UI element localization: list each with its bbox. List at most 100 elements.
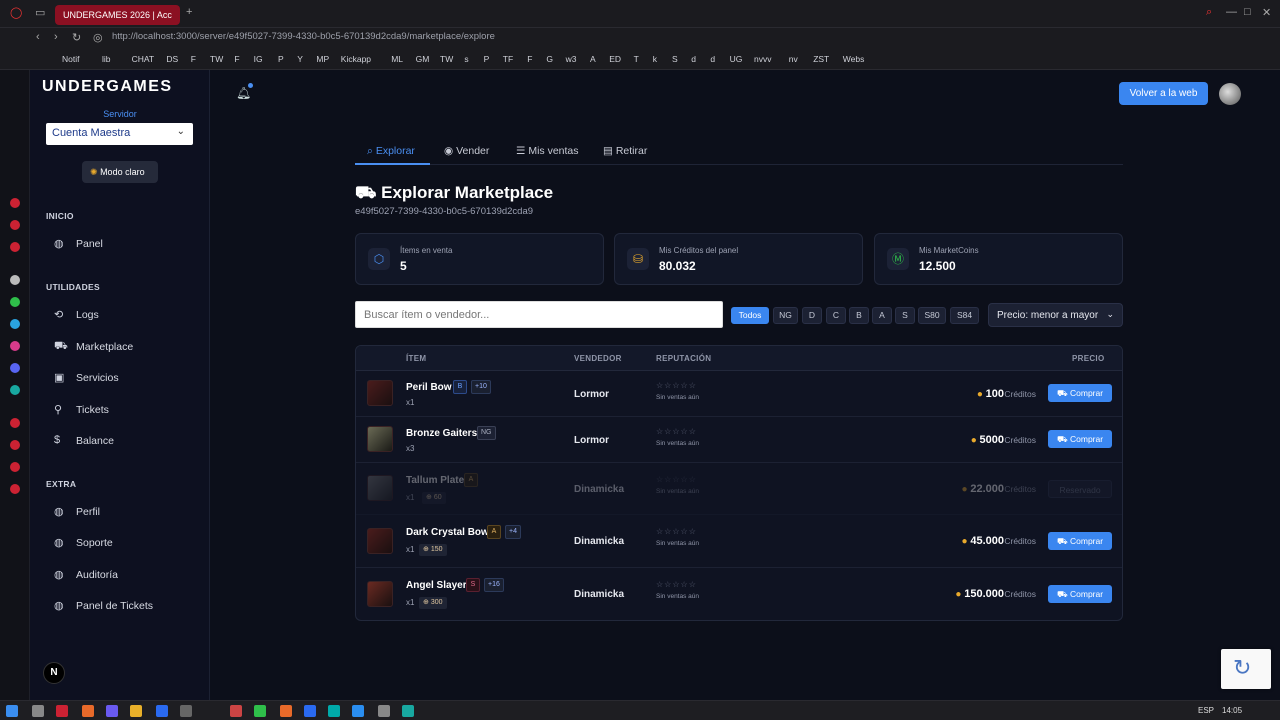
- bookmark-item[interactable]: w3: [566, 54, 577, 64]
- buy-button[interactable]: ⛟ Comprar: [1048, 532, 1112, 550]
- tab-explorar[interactable]: ⌕ Explorar: [367, 145, 415, 158]
- extensions-icon[interactable]: [10, 462, 20, 472]
- explorer-icon[interactable]: [130, 705, 142, 717]
- filter-todos[interactable]: Todos: [731, 307, 769, 324]
- spotify-icon[interactable]: [254, 705, 266, 717]
- bookmark-item[interactable]: Webs: [843, 54, 865, 64]
- app-icon[interactable]: [280, 705, 292, 717]
- bookmark-item[interactable]: F: [234, 54, 239, 64]
- reload-icon[interactable]: ↻: [72, 31, 81, 44]
- sidebar-item-auditoria[interactable]: ◍ Auditoría: [50, 565, 200, 585]
- firefox-icon[interactable]: [82, 705, 94, 717]
- buy-button[interactable]: ⛟ Comprar: [1048, 430, 1112, 448]
- app-icon[interactable]: [402, 705, 414, 717]
- bookmark-item[interactable]: Kickapp: [341, 54, 371, 64]
- bookmark-item[interactable]: nv: [789, 54, 798, 64]
- bookmark-item[interactable]: ZST: [813, 54, 829, 64]
- vscode-icon[interactable]: [352, 705, 364, 717]
- new-tab-icon[interactable]: +: [186, 6, 192, 18]
- light-mode-button[interactable]: ✺ Modo claro: [82, 161, 158, 183]
- app-icon[interactable]: [328, 705, 340, 717]
- bookmark-item[interactable]: s: [464, 54, 468, 64]
- minimize-icon[interactable]: —: [1226, 6, 1237, 18]
- browser-tab-active[interactable]: UNDERGAMES 2026 | Acc: [55, 5, 180, 25]
- bookmark-item[interactable]: CHAT: [132, 54, 155, 64]
- bookmark-item[interactable]: GM: [416, 54, 430, 64]
- filter-b[interactable]: B: [849, 307, 869, 324]
- bookmarks-icon[interactable]: [10, 242, 20, 252]
- bookmark-item[interactable]: k: [653, 54, 657, 64]
- player-icon[interactable]: [10, 418, 20, 428]
- chatgpt-icon[interactable]: [10, 275, 20, 285]
- filter-s[interactable]: S: [895, 307, 915, 324]
- bookmark-item[interactable]: nvvv: [754, 54, 771, 64]
- tab-vender[interactable]: ◉ Vender: [444, 145, 489, 157]
- app-icon[interactable]: [230, 705, 242, 717]
- aria-icon[interactable]: [10, 198, 20, 208]
- logo[interactable]: UNDERGAMES: [42, 78, 173, 96]
- app-icon[interactable]: [10, 385, 20, 395]
- bookmark-item[interactable]: F: [527, 54, 532, 64]
- sidebar-item-balance[interactable]: $ Balance: [50, 431, 200, 451]
- bookmark-item[interactable]: DS: [166, 54, 178, 64]
- tab-menu-icon[interactable]: ▭: [35, 6, 45, 19]
- sidebar-item-marketplace[interactable]: ⛟ Marketplace: [50, 337, 200, 357]
- bookmark-item[interactable]: Y: [297, 54, 303, 64]
- discord-icon[interactable]: [10, 363, 20, 373]
- bookmark-item[interactable]: T: [634, 54, 639, 64]
- search-icon[interactable]: [32, 705, 44, 717]
- tab-retirar[interactable]: ▤ Retirar: [603, 145, 647, 157]
- tab-mis-ventas[interactable]: ☰ Mis ventas: [516, 145, 579, 157]
- opera-icon[interactable]: [56, 705, 68, 717]
- server-select[interactable]: Cuenta Maestra ⌄: [46, 123, 193, 145]
- language-indicator[interactable]: ESP: [1198, 706, 1214, 715]
- sidebar-item-soporte[interactable]: ◍ Soporte: [50, 533, 200, 553]
- sidebar-item-logs[interactable]: ⟲ Logs: [50, 305, 200, 325]
- filter-a[interactable]: A: [872, 307, 892, 324]
- bookmark-item[interactable]: ED: [609, 54, 621, 64]
- forward-icon[interactable]: ›: [54, 31, 58, 43]
- telegram-icon[interactable]: [10, 319, 20, 329]
- avatar[interactable]: [1219, 83, 1241, 105]
- sidebar-item-servicios[interactable]: ▣ Servicios: [50, 368, 200, 388]
- filter-d[interactable]: D: [802, 307, 822, 324]
- bookmark-item[interactable]: ML: [391, 54, 403, 64]
- clock[interactable]: 14:05: [1222, 706, 1242, 715]
- app-icon[interactable]: [156, 705, 168, 717]
- app-icon[interactable]: [180, 705, 192, 717]
- search-input[interactable]: Buscar ítem o vendedor...: [355, 301, 723, 328]
- bookmark-item[interactable]: TW: [440, 54, 453, 64]
- bookmark-item[interactable]: TW: [210, 54, 223, 64]
- bell-icon[interactable]: 🔔︎: [236, 86, 251, 100]
- bookmark-item[interactable]: TF: [503, 54, 513, 64]
- search-tabs-icon[interactable]: ⌕: [1206, 6, 1212, 19]
- bookmark-item[interactable]: lib: [102, 54, 111, 64]
- bookmark-item[interactable]: P: [278, 54, 284, 64]
- filter-s80[interactable]: S80: [918, 307, 946, 324]
- bookmark-item[interactable]: d: [691, 54, 696, 64]
- bookmark-item[interactable]: IG: [254, 54, 263, 64]
- sort-select[interactable]: Precio: menor a mayor ⌄: [988, 303, 1123, 327]
- crypto-wallet-icon[interactable]: [10, 220, 20, 230]
- opera-logo-icon[interactable]: ◯: [10, 6, 22, 19]
- close-window-icon[interactable]: ✕: [1262, 6, 1271, 19]
- app-icon[interactable]: [304, 705, 316, 717]
- back-icon[interactable]: ‹: [36, 31, 40, 43]
- filter-ng[interactable]: NG: [773, 307, 798, 324]
- filter-s84[interactable]: S84: [950, 307, 979, 324]
- bookmark-item[interactable]: P: [484, 54, 490, 64]
- windows-start-icon[interactable]: [6, 705, 18, 717]
- sidebar-item-perfil[interactable]: ◍ Perfil: [50, 502, 200, 522]
- sidebar-item-tickets[interactable]: ⚲ Tickets: [50, 400, 200, 420]
- bookmark-item[interactable]: A: [590, 54, 596, 64]
- bookmark-item[interactable]: F: [191, 54, 196, 64]
- whatsapp-icon[interactable]: [10, 297, 20, 307]
- history-icon[interactable]: [10, 440, 20, 450]
- bookmark-item[interactable]: S: [672, 54, 678, 64]
- sidebar-item-panel-tickets[interactable]: ◍ Panel de Tickets: [50, 596, 200, 616]
- bookmark-item[interactable]: MP: [316, 54, 329, 64]
- sidebar-item-panel[interactable]: ◍ Panel: [50, 234, 200, 254]
- nextjs-badge[interactable]: N: [43, 662, 65, 684]
- bookmark-item[interactable]: Notif: [62, 54, 79, 64]
- buy-button[interactable]: ⛟ Comprar: [1048, 384, 1112, 402]
